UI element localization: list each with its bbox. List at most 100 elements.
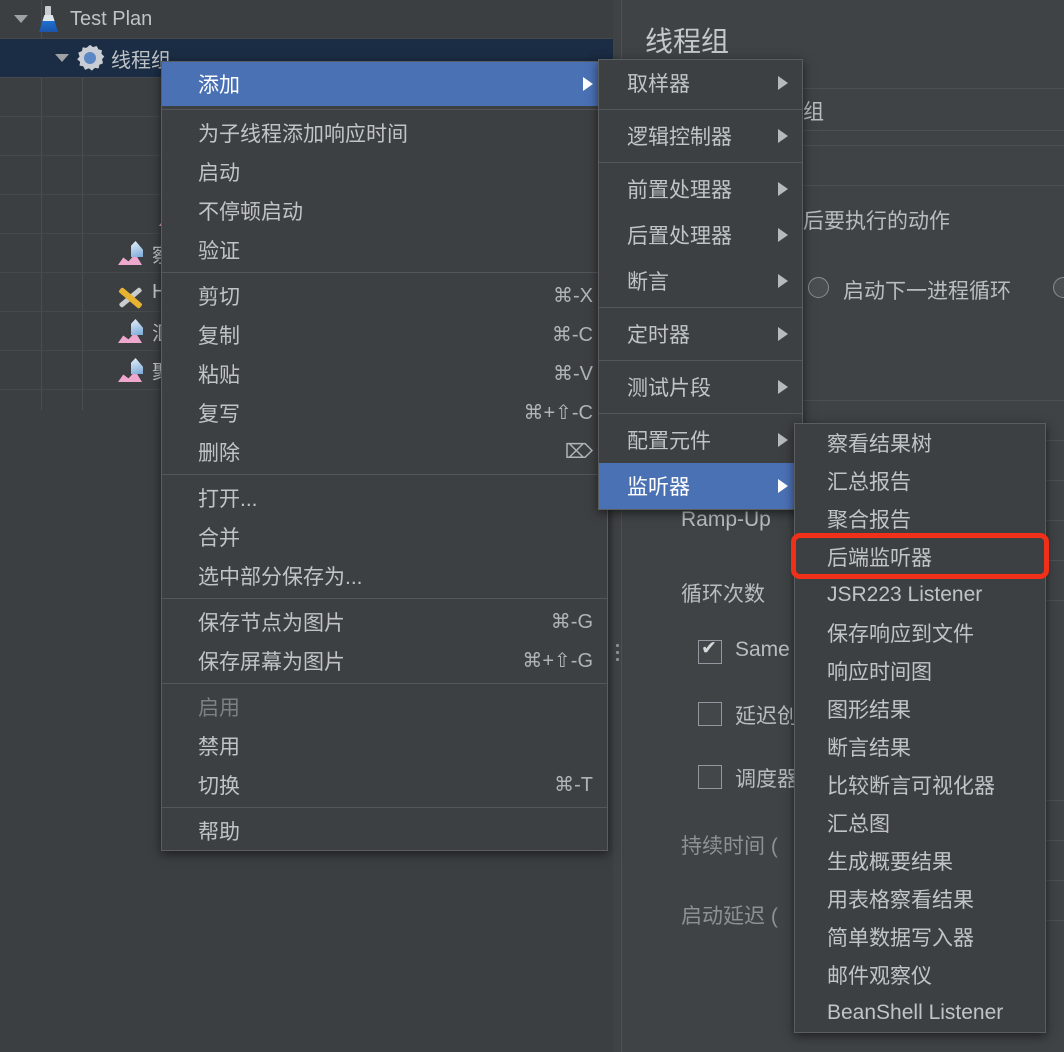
menu-item-7[interactable]: 配置元件 — [599, 417, 802, 463]
menu-separator — [162, 109, 607, 110]
menu-item-4[interactable]: JSR223 Listener — [795, 576, 1045, 614]
menu-item-2[interactable]: 前置处理器 — [599, 166, 802, 212]
menu-item-6[interactable]: 复制 ⌘-C — [162, 315, 607, 354]
menu-item-12[interactable]: 用表格察看结果 — [795, 880, 1045, 918]
menu-item-15[interactable]: BeanShell Listener — [795, 994, 1045, 1032]
menu-item-label: 断言 — [627, 271, 669, 294]
menu-item-6[interactable]: 测试片段 — [599, 364, 802, 410]
menu-separator — [162, 683, 607, 684]
menu-item-label: 保存屏幕为图片 — [198, 650, 345, 674]
menu-separator — [599, 413, 802, 414]
chevron-down-icon[interactable] — [51, 39, 73, 77]
menu-item-6[interactable]: 响应时间图 — [795, 652, 1045, 690]
menu-item-1[interactable]: 汇总报告 — [795, 462, 1045, 500]
menu-item-16[interactable]: 禁用 — [162, 726, 607, 765]
menu-item-2[interactable]: 启动 — [162, 152, 607, 191]
chevron-right-icon — [778, 479, 788, 493]
menu-item-4[interactable]: 断言 — [599, 258, 802, 304]
menu-item-8[interactable]: 复写 ⌘+⇧-C — [162, 393, 607, 432]
menu-separator — [162, 598, 607, 599]
name-field-text: 组 — [803, 101, 824, 124]
chevron-right-icon — [778, 182, 788, 196]
same-user-checkbox[interactable] — [698, 637, 722, 664]
menu-item-0[interactable]: 察看结果树 — [795, 424, 1045, 462]
tree-row[interactable]: Test Plan — [0, 0, 613, 39]
menu-item-label: 保存节点为图片 — [198, 611, 345, 635]
menu-item-shortcut: ⌘-V — [553, 363, 593, 385]
menu-item-3[interactable]: 不停顿启动 — [162, 191, 607, 230]
same-user-label: Same — [735, 638, 790, 661]
menu-item-5[interactable]: 剪切 ⌘-X — [162, 276, 607, 315]
scheduler-checkbox[interactable] — [698, 765, 722, 789]
menu-item-1[interactable]: 为子线程添加响应时间 — [162, 113, 607, 152]
menu-item-5[interactable]: 保存响应到文件 — [795, 614, 1045, 652]
chevron-right-icon — [778, 129, 788, 143]
menu-item-0[interactable]: 添加 — [162, 62, 607, 106]
menu-item-9[interactable]: 删除 ⌦ — [162, 432, 607, 471]
delay-create-checkbox[interactable] — [698, 702, 722, 726]
menu-item-5[interactable]: 定时器 — [599, 311, 802, 357]
menu-item-13[interactable]: 简单数据写入器 — [795, 918, 1045, 956]
menu-separator — [599, 307, 802, 308]
add-submenu[interactable]: 取样器逻辑控制器前置处理器后置处理器断言定时器测试片段配置元件监听器 — [598, 59, 803, 510]
menu-item-label: 复写 — [198, 402, 240, 426]
flask-icon — [32, 2, 66, 36]
loop-count-label: 循环次数 — [681, 583, 765, 606]
chevron-down-icon[interactable] — [10, 0, 32, 38]
menu-item-label: 邮件观察仪 — [827, 965, 932, 988]
menu-item-2[interactable]: 聚合报告 — [795, 500, 1045, 538]
menu-item-1[interactable]: 逻辑控制器 — [599, 113, 802, 159]
menu-item-label: 打开... — [198, 487, 258, 511]
menu-item-12[interactable]: 选中部分保存为... — [162, 556, 607, 595]
menu-item-0[interactable]: 取样器 — [599, 60, 802, 106]
menu-item-4[interactable]: 验证 — [162, 230, 607, 269]
menu-item-shortcut: ⌘-C — [551, 324, 593, 346]
menu-separator — [599, 360, 802, 361]
menu-item-3[interactable]: 后端监听器 — [795, 538, 1045, 576]
context-menu[interactable]: 添加 为子线程添加响应时间 启动 不停顿启动 验证 剪切 ⌘-X 复制 ⌘-C 粘贴 ⌘-V 复写 ⌘+… — [161, 61, 608, 851]
menu-item-label: 不停顿启动 — [198, 200, 303, 224]
menu-item-label: 监听器 — [627, 476, 690, 499]
menu-item-14[interactable]: 保存屏幕为图片 ⌘+⇧-G — [162, 641, 607, 680]
menu-item-9[interactable]: 比较断言可视化器 — [795, 766, 1045, 804]
menu-item-label: 合并 — [198, 526, 240, 550]
menu-item-8[interactable]: 断言结果 — [795, 728, 1045, 766]
startup-delay-label: 启动延迟 ( — [681, 905, 778, 928]
menu-item-label: 汇总报告 — [827, 471, 911, 494]
menu-item-17[interactable]: 切换 ⌘-T — [162, 765, 607, 804]
menu-item-8[interactable]: 监听器 — [599, 463, 802, 509]
menu-item-15: 启用 — [162, 687, 607, 726]
delay-create-label: 延迟创 — [735, 705, 798, 728]
tree-twisty-spacer — [133, 156, 155, 194]
menu-item-10[interactable]: 打开... — [162, 478, 607, 517]
menu-separator — [162, 807, 607, 808]
menu-item-13[interactable]: 保存节点为图片 ⌘-G — [162, 602, 607, 641]
menu-item-label: 后置处理器 — [627, 225, 732, 248]
tree-twisty-spacer — [92, 273, 114, 311]
tools-icon — [114, 275, 148, 309]
menu-item-label: 断言结果 — [827, 737, 911, 760]
radio-second-option[interactable] — [1053, 277, 1064, 298]
menu-item-label: 前置处理器 — [627, 179, 732, 202]
action-section-label: 后要执行的动作 — [803, 210, 950, 233]
menu-item-label: 测试片段 — [627, 377, 711, 400]
radio-start-next-loop[interactable] — [808, 277, 829, 298]
menu-item-7[interactable]: 图形结果 — [795, 690, 1045, 728]
menu-item-18[interactable]: 帮助 — [162, 811, 607, 850]
menu-item-7[interactable]: 粘贴 ⌘-V — [162, 354, 607, 393]
menu-item-label: 比较断言可视化器 — [827, 775, 995, 798]
menu-item-label: 配置元件 — [627, 430, 711, 453]
menu-item-11[interactable]: 生成概要结果 — [795, 842, 1045, 880]
menu-item-shortcut: ⌘+⇧-G — [522, 650, 593, 672]
listener-submenu[interactable]: 察看结果树汇总报告聚合报告 后端监听器 JSR223 Listener 保存响应到文件… — [794, 423, 1046, 1033]
menu-separator — [599, 109, 802, 110]
menu-item-10[interactable]: 汇总图 — [795, 804, 1045, 842]
menu-item-label: 图形结果 — [827, 699, 911, 722]
menu-item-11[interactable]: 合并 — [162, 517, 607, 556]
menu-item-label: 验证 — [198, 239, 240, 263]
splitter-grip[interactable] — [613, 640, 621, 666]
menu-item-14[interactable]: 邮件观察仪 — [795, 956, 1045, 994]
menu-item-3[interactable]: 后置处理器 — [599, 212, 802, 258]
chart-icon — [114, 353, 148, 387]
chevron-right-icon — [778, 380, 788, 394]
